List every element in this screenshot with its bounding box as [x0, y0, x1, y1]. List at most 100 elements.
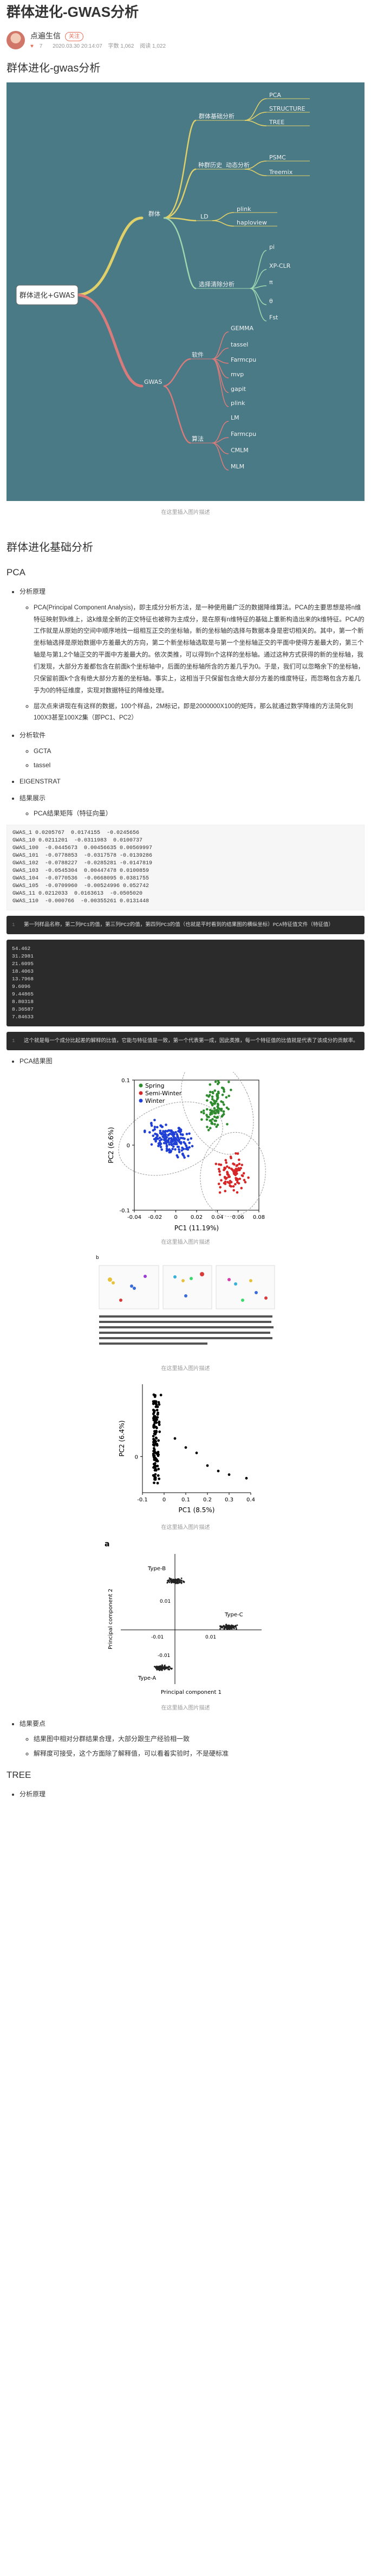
data-point	[231, 1626, 232, 1628]
data-point	[159, 1666, 161, 1668]
list-item: 结果要点 结果图中相对分群结果合理，大部分跟生产经验相一致 解释度可接受，这个方…	[19, 1718, 365, 1759]
data-point	[158, 1139, 161, 1142]
data-point	[165, 1666, 167, 1668]
mindmap-leaf: XP-CLR	[269, 262, 291, 269]
data-point	[168, 1151, 171, 1154]
data-point	[226, 1108, 230, 1110]
x-tick-label: 0	[174, 1215, 177, 1220]
data-point	[187, 1141, 191, 1145]
data-point	[182, 1141, 185, 1144]
data-point	[180, 1579, 183, 1582]
data-point	[226, 1626, 229, 1628]
follow-button[interactable]: 关注	[65, 31, 83, 41]
data-point	[216, 1110, 219, 1113]
list-item: PCA结果图	[19, 1056, 365, 1067]
data-point	[158, 1669, 160, 1671]
data-point	[178, 1151, 180, 1153]
pca-plot-4-figure: a -0.01 0.01 0.01 -0.01 Principal component 1…	[6, 1537, 365, 1713]
data-point	[218, 1186, 222, 1189]
data-point	[224, 1159, 227, 1162]
data-point	[227, 1473, 230, 1476]
data-point	[157, 1668, 159, 1671]
data-point	[170, 1136, 172, 1140]
composite-figure-image: b	[93, 1252, 278, 1361]
data-point	[171, 1579, 172, 1582]
data-point	[174, 1130, 177, 1134]
data-point	[167, 1139, 170, 1142]
mindmap-leaf: LM	[231, 414, 239, 421]
legend-label: Semi-Winter	[145, 1090, 182, 1097]
data-point	[238, 1162, 240, 1166]
list-item: PCA(Principal Component Analysis)，即主成分分析…	[34, 602, 365, 697]
data-point	[187, 1132, 191, 1135]
data-point	[213, 1107, 216, 1110]
data-point	[173, 1437, 176, 1440]
data-point	[233, 1627, 235, 1629]
data-point	[164, 1123, 167, 1126]
data-point	[153, 1444, 156, 1447]
mindmap-leaf: GEMMA	[231, 325, 253, 332]
data-point	[209, 1101, 212, 1104]
data-point	[166, 1134, 170, 1137]
y-tick-label: 0.01	[160, 1599, 171, 1604]
note-code-block-2[interactable]: 1 这个就是每一个成分比起差的解释的比值，它能与特征值是一致，第一个代表第一成，因…	[6, 1031, 365, 1050]
author-name[interactable]: 点遍生信	[30, 30, 61, 43]
pca-scatter-chart-1: -0.04 -0.02 0 0.02 0.04 0.06 0.08-0.100.1PC1 (…	[104, 1071, 267, 1235]
list-item: tassel	[34, 760, 365, 770]
data-point	[219, 1625, 221, 1627]
data-point	[153, 1473, 157, 1476]
data-point	[229, 1179, 231, 1183]
list-item: GCTA	[34, 746, 365, 756]
section-title-tree: TREE	[6, 1770, 31, 1781]
list-item: 分析原理 PCA(Principal Component Analysis)，即…	[19, 586, 365, 724]
note-code-block-1[interactable]: 1 第一列样品名称，第二列PC1的值，第三列PC2的值，第四列PC3的值（也就是平…	[6, 915, 365, 934]
data-point	[180, 1582, 183, 1584]
data-point	[236, 1178, 239, 1181]
data-point	[195, 1451, 198, 1455]
data-point	[205, 1094, 208, 1097]
mindmap-node-ld: LD	[200, 213, 209, 220]
data-point	[231, 1162, 235, 1165]
mindmap-leaf: θ	[269, 298, 273, 305]
data-point	[205, 1099, 209, 1102]
data-point	[155, 1453, 159, 1456]
list-item: 结果展示 PCA结果矩阵（特征向量）	[19, 793, 365, 819]
data-point	[217, 1163, 220, 1166]
data-point	[154, 1476, 157, 1479]
data-point	[228, 1175, 231, 1178]
data-point	[186, 1148, 189, 1151]
data-point	[153, 1430, 156, 1433]
author-avatar[interactable]	[6, 31, 25, 50]
mindmap-leaf: π	[269, 279, 273, 286]
data-point	[158, 1666, 160, 1668]
x-tick-label: 0.3	[225, 1497, 233, 1503]
list-item: 结果图中相对分群结果合理，大部分跟生产经验相一致	[34, 1733, 365, 1744]
x-tick-label: 0.1	[181, 1497, 190, 1503]
data-point	[153, 1467, 157, 1470]
data-point	[218, 1191, 221, 1194]
data-point	[157, 1474, 160, 1477]
list-item: PCA结果矩阵（特征向量）	[34, 808, 365, 819]
data-point	[207, 1128, 210, 1132]
data-point	[174, 1579, 177, 1582]
x-tick-label: 0.04	[211, 1215, 223, 1220]
data-point	[157, 1467, 160, 1470]
mindmap-branch-population: 群体	[148, 210, 160, 217]
data-point	[222, 1087, 225, 1090]
data-point	[211, 1091, 214, 1095]
cluster-label: Type-B	[147, 1566, 166, 1572]
data-point	[223, 1626, 225, 1628]
data-point	[177, 1130, 180, 1133]
data-point	[170, 1578, 171, 1581]
data-point	[153, 1126, 156, 1128]
mindmap-leaf: mvp	[231, 371, 244, 378]
data-point	[205, 1108, 209, 1111]
data-point	[180, 1577, 183, 1579]
data-point	[165, 1136, 168, 1139]
data-point	[209, 1112, 212, 1114]
list-item: 分析原理	[19, 1789, 365, 1800]
data-point	[217, 1167, 220, 1171]
eigenvalue-code-block[interactable]: 54.462 31.2981 21.6095 18.4063 13.7968 9…	[6, 939, 365, 1026]
data-point	[149, 1121, 153, 1125]
eigenvector-code-block[interactable]: GWAS_1 0.0205767 0.0174155 -0.0245656 GW…	[6, 824, 365, 910]
